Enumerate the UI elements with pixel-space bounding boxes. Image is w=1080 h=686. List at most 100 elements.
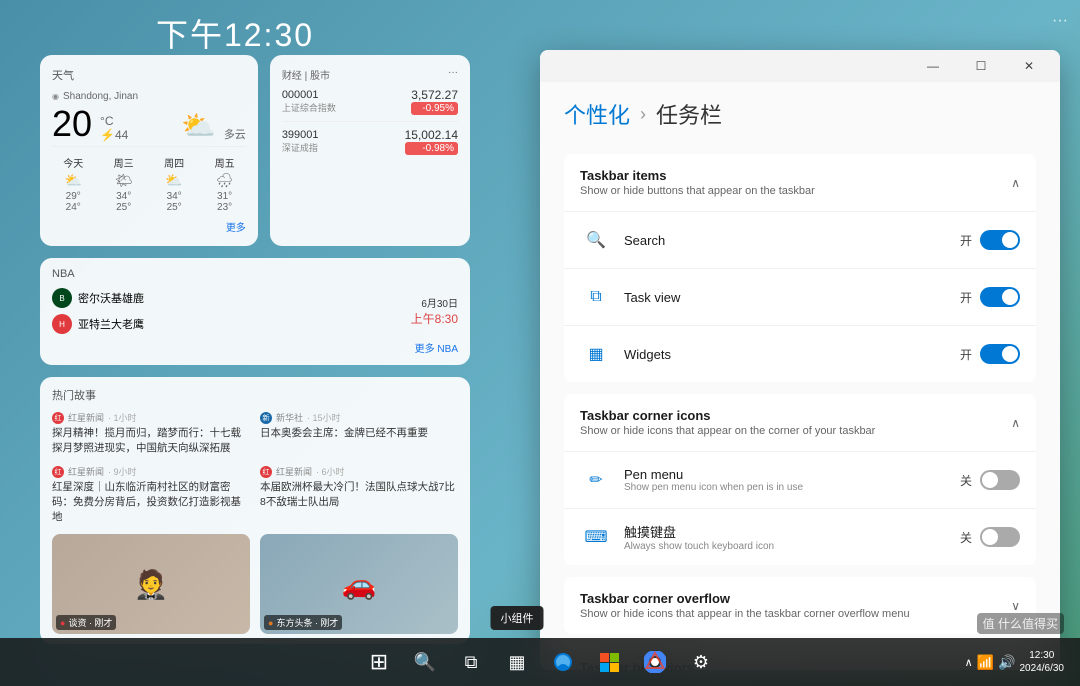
source-dot-1: 红 bbox=[52, 412, 64, 424]
pen-menu-icon: ✏ bbox=[580, 464, 612, 496]
weather-location: Shandong, Jinan bbox=[52, 91, 246, 102]
taskbar-search-button[interactable]: 🔍 bbox=[405, 642, 445, 682]
task-view-toggle[interactable] bbox=[980, 287, 1020, 307]
weather-widget[interactable]: 天气 Shandong, Jinan 20 °C ⚡44 ⛅ 多云 今天 ⛅ bbox=[40, 55, 258, 246]
nba-widget[interactable]: NBA B 密尔沃基雄鹿 H 亚特兰大老鹰 6月30日 上午8:30 bbox=[40, 258, 470, 365]
weather-icon: ⛅ bbox=[181, 109, 216, 142]
hawks-logo: H bbox=[52, 314, 72, 334]
widgets-toggle[interactable] bbox=[980, 344, 1020, 364]
taskbar-volume-icon[interactable]: 🔊 bbox=[998, 654, 1015, 671]
settings-item-touch-keyboard: ⌨ 触摸键盘 Always show touch keyboard icon 关 bbox=[564, 508, 1036, 565]
news-item-1[interactable]: 红 红星新闻 · 1小时 探月精神！揽月而归，踏梦而行：十七载探月梦照进现实，中… bbox=[52, 411, 250, 455]
taskbar-clock[interactable]: 12:30 2024/6/30 bbox=[1020, 649, 1065, 675]
finance-header: 财经 | 股市 ··· bbox=[282, 67, 458, 82]
desktop: ··· 下午12:30 天气 Shandong, Jinan 20 °C ⚡44… bbox=[0, 0, 1080, 686]
settings-item-task-view: ⧉ Task view 开 bbox=[564, 268, 1036, 325]
clock-time: 下午12:30 bbox=[0, 10, 470, 56]
task-view-icon: ⧉ bbox=[580, 281, 612, 313]
pen-menu-toggle[interactable] bbox=[980, 470, 1020, 490]
pen-menu-sublabel: Show pen menu icon when pen is in use bbox=[624, 482, 960, 493]
forecast-thu: 周四 ⛅ 34° 25° bbox=[153, 155, 195, 213]
widgets-label: Widgets bbox=[624, 347, 960, 362]
weather-forecast: 今天 ⛅ 29° 24° 周三 🌤 34° 25° 周四 ⛅ 34° bbox=[52, 146, 246, 213]
widgets-status: 开 bbox=[960, 346, 972, 363]
taskbar-settings-button[interactable]: ⚙ bbox=[681, 642, 721, 682]
section-corner-overflow-chevron: ∨ bbox=[1011, 599, 1020, 613]
finance-row-1: 000001 上证综合指数 3,572.27 -0.95% bbox=[282, 88, 458, 115]
news-source-3: 红 红星新闻 · 9小时 bbox=[52, 465, 250, 478]
breadcrumb-separator: › bbox=[640, 104, 646, 125]
breadcrumb-current: 任务栏 bbox=[656, 98, 722, 130]
news-source-1: 红 红星新闻 · 1小时 bbox=[52, 411, 250, 424]
taskbar-edge-button[interactable] bbox=[543, 642, 583, 682]
nba-more[interactable]: 更多 NBA bbox=[52, 340, 458, 355]
nba-team-hawks: H 亚特兰大老鹰 bbox=[52, 314, 144, 334]
nba-time: 6月30日 上午8:30 bbox=[411, 295, 458, 327]
taskbar-photos-button[interactable] bbox=[589, 642, 629, 682]
search-status: 开 bbox=[960, 232, 972, 249]
widgets-icon: ▦ bbox=[580, 338, 612, 370]
weather-header: 天气 bbox=[52, 67, 246, 83]
weather-more[interactable]: 更多 bbox=[52, 219, 246, 234]
maximize-button[interactable]: ☐ bbox=[958, 50, 1004, 82]
pen-menu-status: 关 bbox=[960, 472, 972, 489]
touch-keyboard-toggle[interactable] bbox=[980, 527, 1020, 547]
search-icon: 🔍 bbox=[580, 224, 612, 256]
weather-temp: 20 bbox=[52, 106, 92, 142]
section-taskbar-items: Taskbar items Show or hide buttons that … bbox=[564, 154, 1036, 382]
close-button[interactable]: ✕ bbox=[1006, 50, 1052, 82]
news-img-badge-1: ● 谈资 · 刚才 bbox=[56, 615, 116, 630]
taskbar-network-icon[interactable]: 📶 bbox=[977, 654, 994, 671]
widgets-area: 天气 Shandong, Jinan 20 °C ⚡44 ⛅ 多云 今天 ⛅ bbox=[40, 55, 470, 656]
finance-widget[interactable]: 财经 | 股市 ··· 000001 上证综合指数 3,572.27 -0.95… bbox=[270, 55, 470, 246]
forecast-today: 今天 ⛅ 29° 24° bbox=[52, 155, 94, 213]
news-widget[interactable]: 热门故事 红 红星新闻 · 1小时 探月精神！揽月而归，踏梦而行：十七载探月梦照… bbox=[40, 377, 470, 644]
section-corner-overflow: Taskbar corner overflow Show or hide ico… bbox=[564, 577, 1036, 634]
news-item-4[interactable]: 红 红星新闻 · 6小时 本届欧洲杯最大冷门！法国队点球大战7比8不敌瑞士队出局 bbox=[260, 465, 458, 524]
weather-main: 20 °C ⚡44 ⛅ 多云 bbox=[52, 106, 246, 142]
taskbar-start-button[interactable]: ⊞ bbox=[359, 642, 399, 682]
section-corner-icons: Taskbar corner icons Show or hide icons … bbox=[564, 394, 1036, 565]
forecast-fri: 周五 🌧 31° 23° bbox=[203, 155, 245, 213]
touch-keyboard-toggle-knob bbox=[982, 529, 998, 545]
section-corner-icons-header[interactable]: Taskbar corner icons Show or hide icons … bbox=[564, 394, 1036, 451]
finance-separator bbox=[282, 121, 458, 122]
section-taskbar-items-chevron: ∧ bbox=[1011, 176, 1020, 190]
finance-more-dots[interactable]: ··· bbox=[448, 67, 458, 82]
source-dot-2: 新 bbox=[260, 412, 272, 424]
taskbar-widgets-button[interactable]: ▦ 小组件 bbox=[497, 642, 537, 682]
news-item-3[interactable]: 红 红星新闻 · 9小时 红星深度｜山东临沂南村社区的财富密码：免费分房背后，投… bbox=[52, 465, 250, 524]
news-header: 热门故事 bbox=[52, 387, 458, 403]
minimize-button[interactable]: — bbox=[910, 50, 956, 82]
settings-titlebar: — ☐ ✕ bbox=[540, 50, 1060, 82]
search-label: Search bbox=[624, 233, 960, 248]
taskbar-taskview-button[interactable]: ⧉ bbox=[451, 642, 491, 682]
nba-header: NBA bbox=[52, 268, 458, 280]
pen-menu-toggle-knob bbox=[982, 472, 998, 488]
weather-unit: °C ⚡44 bbox=[100, 114, 128, 142]
source-dot-3: 红 bbox=[52, 466, 64, 478]
news-image-2[interactable]: 🚗 ● 东方头条 · 刚才 bbox=[260, 534, 458, 634]
news-images: 🤵 ● 谈资 · 刚才 🚗 ● 东方头条 · 刚才 bbox=[52, 534, 458, 634]
source-dot-4: 红 bbox=[260, 466, 272, 478]
section-corner-overflow-header[interactable]: Taskbar corner overflow Show or hide ico… bbox=[564, 577, 1036, 634]
settings-item-search: 🔍 Search 开 bbox=[564, 211, 1036, 268]
taskbar-chrome-button[interactable] bbox=[635, 642, 675, 682]
news-image-1[interactable]: 🤵 ● 谈资 · 刚才 bbox=[52, 534, 250, 634]
widgets-tooltip: 小组件 bbox=[491, 606, 544, 630]
search-toggle-knob bbox=[1002, 232, 1018, 248]
task-view-label: Task view bbox=[624, 290, 960, 305]
taskbar-right-area: ∧ 📶 🔊 12:30 2024/6/30 bbox=[965, 649, 1064, 675]
task-view-toggle-knob bbox=[1002, 289, 1018, 305]
news-item-2[interactable]: 新 新华社 · 15小时 日本奥委会主席：金牌已经不再重要 bbox=[260, 411, 458, 455]
news-grid: 红 红星新闻 · 1小时 探月精神！揽月而归，踏梦而行：十七载探月梦照进现实，中… bbox=[52, 411, 458, 524]
search-toggle[interactable] bbox=[980, 230, 1020, 250]
taskbar: ⊞ 🔍 ⧉ ▦ 小组件 bbox=[0, 638, 1080, 686]
section-taskbar-items-header[interactable]: Taskbar items Show or hide buttons that … bbox=[564, 154, 1036, 211]
settings-item-widgets: ▦ Widgets 开 bbox=[564, 325, 1036, 382]
section-corner-icons-chevron: ∧ bbox=[1011, 416, 1020, 430]
taskbar-system-tray: ∧ bbox=[965, 656, 973, 669]
news-source-2: 新 新华社 · 15小时 bbox=[260, 411, 458, 424]
breadcrumb-parent[interactable]: 个性化 bbox=[564, 98, 630, 130]
more-options-button[interactable]: ··· bbox=[1052, 12, 1068, 30]
